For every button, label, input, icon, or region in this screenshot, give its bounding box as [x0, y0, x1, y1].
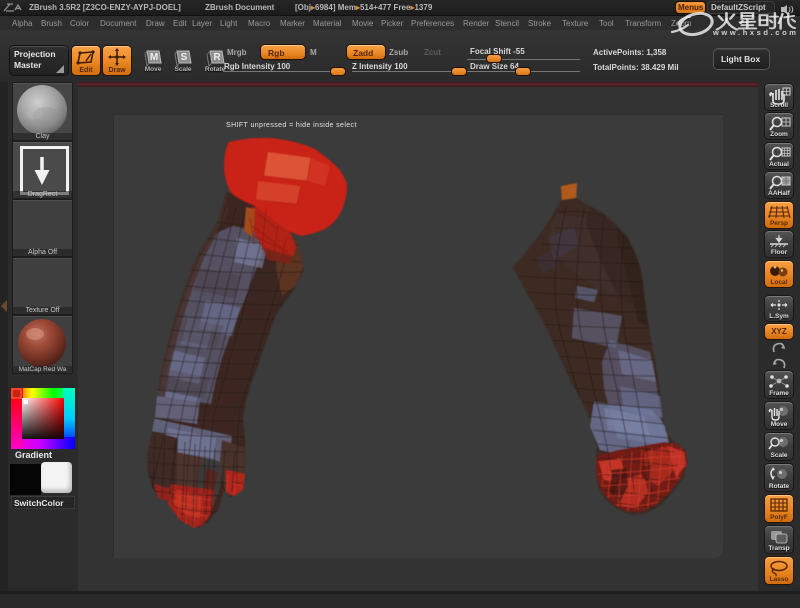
svg-text:M: M: [150, 52, 158, 63]
svg-text:S: S: [181, 52, 188, 63]
svg-text:www.hxsd.com: www.hxsd.com: [712, 28, 799, 37]
svg-text:R: R: [213, 52, 221, 63]
